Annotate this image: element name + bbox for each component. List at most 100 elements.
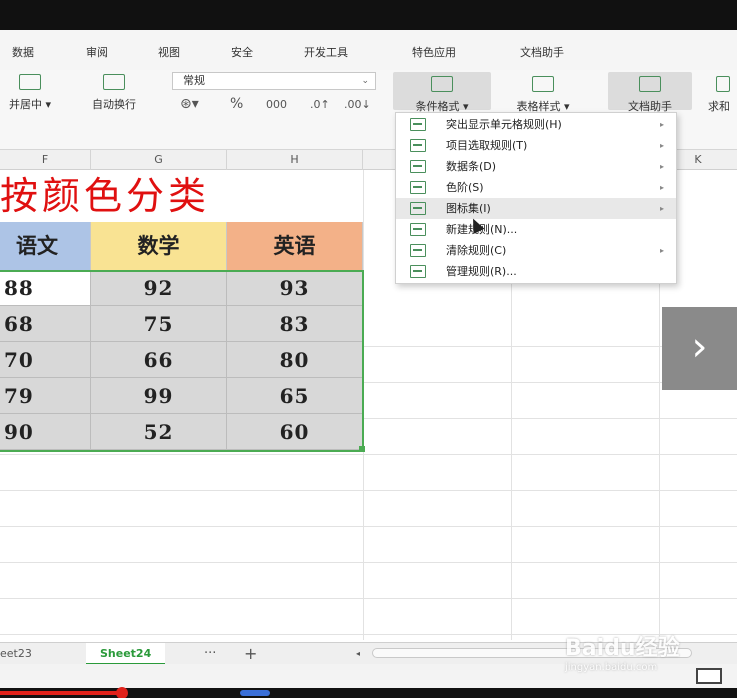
menu-item-data-bars[interactable]: 数据条(D) ▸	[396, 156, 676, 177]
clear-rules-icon	[410, 244, 426, 257]
chevron-right-icon: ▸	[659, 246, 664, 255]
tab-review[interactable]: 审阅	[86, 44, 108, 60]
color-scales-icon	[410, 181, 426, 194]
conditional-format-button[interactable]: 条件格式 ▾	[393, 72, 491, 113]
sum-icon	[716, 76, 730, 92]
grid-line	[0, 454, 737, 455]
sheet-tab-23[interactable]: eet23	[0, 643, 42, 665]
data-bars-icon	[410, 160, 426, 173]
data-cell[interactable]: 79	[0, 378, 91, 414]
watermark-brand: Baidu经验	[565, 636, 680, 661]
data-cell[interactable]: 52	[91, 414, 227, 450]
percent-button[interactable]: %	[230, 96, 243, 112]
data-cell[interactable]: 65	[227, 378, 363, 414]
baidu-jingyan-watermark: Baidu经验 jingyan.baidu.com	[565, 630, 680, 673]
doc-helper-button[interactable]: 文档助手	[608, 72, 692, 113]
thousands-button[interactable]: 000	[266, 98, 287, 111]
tab-doc-helper[interactable]: 文档助手	[520, 44, 564, 60]
table-style-icon	[532, 76, 554, 92]
col-header-g[interactable]: G	[91, 150, 227, 170]
progress-fill	[0, 691, 120, 695]
icon-sets-icon	[410, 202, 426, 215]
menu-item-new-rule[interactable]: 新建规则(N)...	[396, 219, 676, 240]
menu-item-label: 管理规则(R)...	[446, 265, 517, 278]
chevron-right-icon: ▸	[659, 141, 664, 150]
chevron-right-icon: ▸	[659, 204, 664, 213]
increase-decimal-icon[interactable]: .0↑	[310, 98, 330, 111]
data-cell[interactable]: 90	[0, 414, 91, 450]
decrease-decimal-icon[interactable]: .00↓	[344, 98, 371, 111]
more-sheets-icon[interactable]: ···	[204, 643, 216, 665]
menu-item-clear-rules[interactable]: 清除规则(C) ▸	[396, 240, 676, 261]
spreadsheet-app: 数据 审阅 视图 安全 开发工具 特色应用 文档助手 并居中 ▾ 自动换行 常规…	[0, 30, 737, 694]
number-format-value: 常规	[183, 74, 205, 87]
menu-item-label: 数据条(D)	[446, 160, 497, 173]
grid-line	[0, 490, 737, 491]
tab-security[interactable]: 安全	[231, 44, 253, 60]
sum-label: 求和	[708, 100, 730, 113]
highlight-rules-icon	[410, 118, 426, 131]
data-cell[interactable]: 66	[91, 342, 227, 378]
col-header-f[interactable]: F	[0, 150, 91, 170]
next-slide-button[interactable]: ›	[662, 307, 737, 390]
wrap-text-icon	[103, 74, 125, 90]
grid-line	[0, 526, 737, 527]
tab-features[interactable]: 特色应用	[412, 44, 456, 60]
manage-rules-icon	[410, 265, 426, 278]
ribbon-tabs: 数据 审阅 视图 安全 开发工具 特色应用 文档助手	[0, 30, 737, 70]
menu-item-label: 突出显示单元格规则(H)	[446, 118, 562, 131]
data-cell[interactable]: 92	[91, 270, 227, 306]
chevron-right-icon: ▸	[659, 120, 664, 129]
menu-item-highlight-rules[interactable]: 突出显示单元格规则(H) ▸	[396, 114, 676, 135]
wrap-text-button[interactable]: 自动换行	[78, 74, 150, 112]
data-cell[interactable]: 60	[227, 414, 363, 450]
data-cell[interactable]: 93	[227, 270, 363, 306]
header-cell-shuxue[interactable]: 数学	[91, 222, 227, 270]
data-cell[interactable]: 75	[91, 306, 227, 342]
header-cell-yingyu[interactable]: 英语	[227, 222, 363, 270]
sum-button[interactable]: 求和	[708, 76, 737, 114]
video-top-bar	[0, 0, 737, 30]
menu-item-label: 清除规则(C)	[446, 244, 507, 257]
merge-center-button[interactable]: 并居中 ▾	[0, 74, 60, 112]
merge-center-icon	[19, 74, 41, 90]
tab-developer[interactable]: 开发工具	[304, 44, 348, 60]
data-cell[interactable]: 80	[227, 342, 363, 378]
menu-item-color-scales[interactable]: 色阶(S) ▸	[396, 177, 676, 198]
scroll-left-icon[interactable]: ◂	[356, 643, 360, 665]
new-rule-icon	[410, 223, 426, 236]
data-cell[interactable]: 83	[227, 306, 363, 342]
data-cell[interactable]: 68	[0, 306, 91, 342]
tab-data[interactable]: 数据	[12, 44, 34, 60]
wrap-text-label: 自动换行	[92, 98, 136, 111]
sheet-tab-24[interactable]: Sheet24	[86, 643, 166, 665]
fill-handle[interactable]	[359, 446, 365, 452]
top-bottom-rules-icon	[410, 139, 426, 152]
currency-icon[interactable]: ⊛▾	[180, 96, 199, 112]
tab-view[interactable]: 视图	[158, 44, 180, 60]
menu-item-top-bottom-rules[interactable]: 项目选取规则(T) ▸	[396, 135, 676, 156]
progress-handle[interactable]	[116, 687, 128, 698]
menu-item-icon-sets[interactable]: 图标集(I) ▸	[396, 198, 676, 219]
data-cell[interactable]: 99	[91, 378, 227, 414]
progress-marker	[240, 690, 270, 696]
chevron-right-icon: ▸	[659, 162, 664, 171]
menu-item-label: 图标集(I)	[446, 202, 491, 215]
watermark-url: jingyan.baidu.com	[565, 662, 658, 673]
conditional-format-menu: 突出显示单元格规则(H) ▸ 项目选取规则(T) ▸ 数据条(D) ▸ 色阶(S…	[395, 112, 677, 284]
data-cell[interactable]: 88	[0, 270, 91, 306]
sheet-title-cell[interactable]: 按颜色分类	[0, 170, 362, 222]
col-header-h[interactable]: H	[227, 150, 363, 170]
number-format-select[interactable]: 常规 ⌄	[172, 72, 376, 90]
menu-item-manage-rules[interactable]: 管理规则(R)...	[396, 261, 676, 282]
add-sheet-button[interactable]: +	[244, 643, 257, 665]
normal-view-icon[interactable]	[696, 668, 722, 684]
table-style-button[interactable]: 表格样式 ▾	[498, 76, 588, 114]
header-cell-yuwen[interactable]: 语文	[0, 222, 91, 270]
grid-line	[363, 170, 364, 640]
chevron-down-icon: ⌄	[361, 76, 369, 86]
menu-item-label: 色阶(S)	[446, 181, 484, 194]
grid-line	[0, 562, 737, 563]
video-progress-bar[interactable]	[0, 687, 737, 698]
data-cell[interactable]: 70	[0, 342, 91, 378]
